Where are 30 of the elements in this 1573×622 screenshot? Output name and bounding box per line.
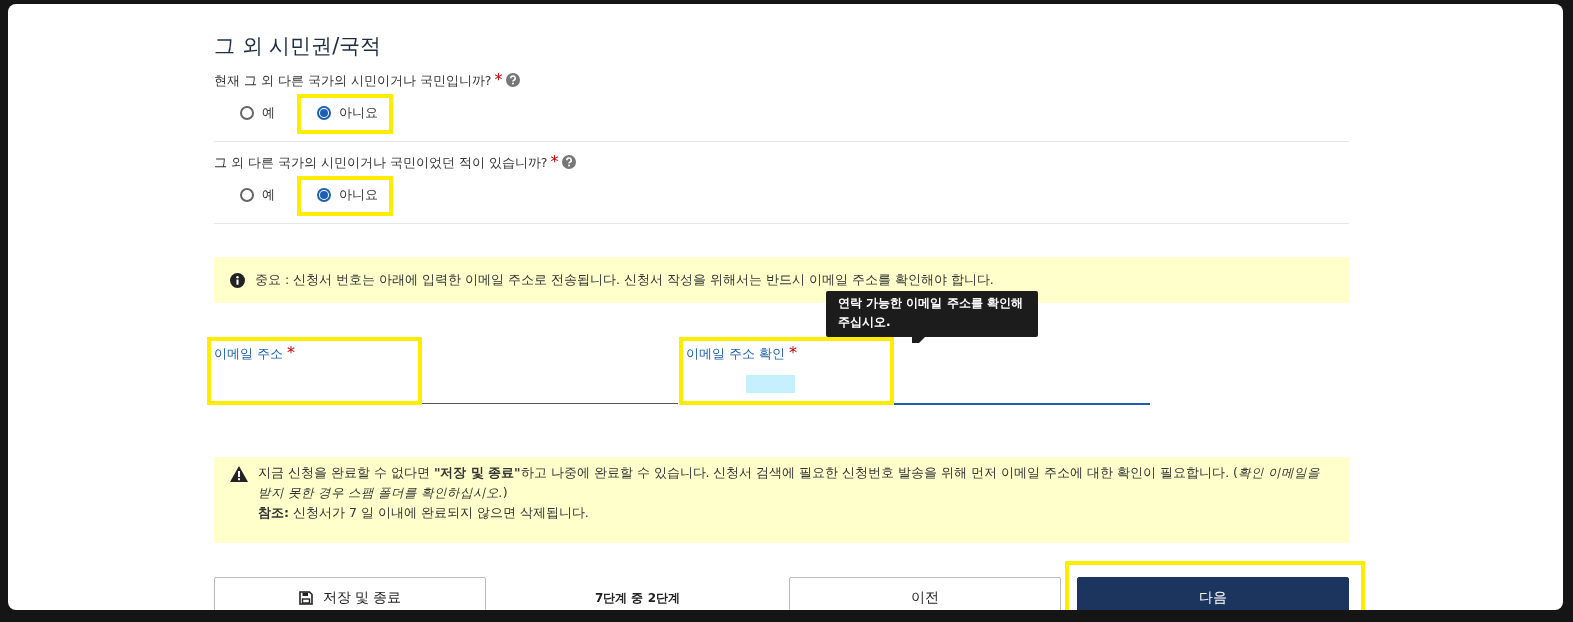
notice-text: 참조: 신청서가 7 일 이내에 완료되지 않으면 삭제됩니다.	[258, 504, 590, 522]
radio-option[interactable]: 예	[234, 180, 281, 210]
radio-option[interactable]: 아니요	[311, 98, 384, 128]
notice-text: 지금 신청을 완료할 수 없다면 "저장 및 종료"하고 나중에 완료할 수 있습니다. 신청서 검색에 필요한 신청번호 발송을 위해 먼저 이메일 주소에 대한 확인이 필요합니다. (확인 이메일을 받지 못한 경우 스팸 폴더를 확인하십시오.)	[258, 464, 1321, 502]
required-mark: *	[550, 152, 559, 171]
warning-icon	[230, 466, 248, 482]
save-button[interactable]: 저장 및 종료	[214, 577, 486, 610]
help-icon[interactable]	[562, 155, 577, 169]
radio-button[interactable]	[317, 188, 331, 202]
radio-button[interactable]	[240, 106, 254, 120]
step-indicator: 7단계 중 2단계	[593, 589, 682, 607]
required-mark: *	[287, 343, 295, 362]
required-mark: *	[788, 343, 797, 362]
radio-button[interactable]	[317, 106, 331, 120]
info-icon	[230, 273, 245, 288]
question-label: 그 외 다른 국가의 시민이거나 국민이었던 적이 있습니까?	[214, 155, 548, 170]
required-mark: *	[494, 70, 503, 89]
tooltip-pointer	[912, 336, 926, 343]
radio-option[interactable]: 예	[234, 98, 281, 128]
tooltip: 연락 가능한 이메일 주소를 확인해 주십시오.	[826, 291, 1038, 337]
radio-option[interactable]: 아니요	[311, 180, 384, 210]
next-button[interactable]: 다음	[1077, 577, 1349, 610]
section-title: 그 외 시민권/국적	[214, 33, 383, 60]
field-label: 이메일 주소 확인	[686, 346, 785, 361]
question-label: 현재 그 외 다른 국가의 시민이거나 국민입니까?	[214, 73, 492, 88]
field-label: 이메일 주소	[214, 346, 283, 361]
help-icon[interactable]	[506, 73, 521, 87]
notice-text: 중요 : 신청서 번호는 아래에 입력한 이메일 주소로 전송됩니다. 신청서 작성을 위해서는 반드시 이메일 주소를 확인해야 합니다.	[255, 271, 995, 289]
radio-button[interactable]	[240, 188, 254, 202]
previous-button[interactable]: 이전	[789, 577, 1061, 610]
